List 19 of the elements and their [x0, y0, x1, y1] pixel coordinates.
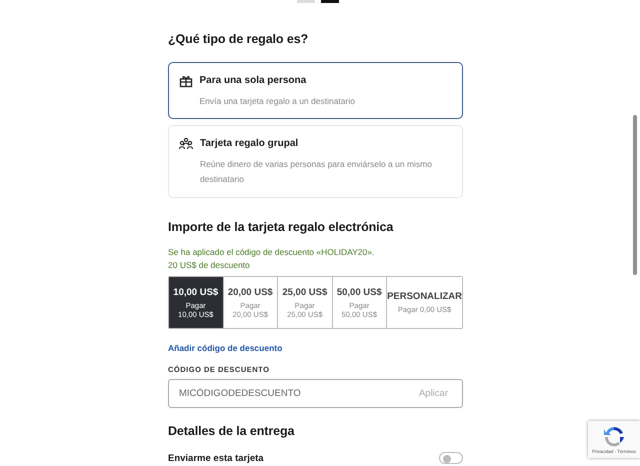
group-icon [179, 137, 193, 151]
option-title: Para una sola persona [200, 74, 308, 86]
add-discount-link[interactable]: Añadir código de descuento [168, 343, 282, 353]
section-heading: ¿Qué tipo de regalo es? [168, 32, 310, 46]
scrollbar-thumb[interactable] [633, 115, 637, 275]
discount-notice: 20 US$ de descuento [168, 259, 251, 272]
discount-notice: Se ha aplicado el código de descuento «HOLIDAY20». [168, 246, 376, 259]
gift-type-option[interactable]: Tarjeta regalo grupal Reúne dinero de varias personas para enviárselo a un mismo destinatario [168, 125, 463, 198]
recaptcha-icon [602, 425, 626, 449]
section-heading: Detalles de la entrega [168, 424, 296, 438]
gift-type-option[interactable]: Para una sola persona Envía una tarjeta regalo a un destinatario [168, 62, 463, 119]
option-description: Envía una tarjeta regalo a un destinatario [200, 94, 355, 108]
option-title: Tarjeta regalo grupal [200, 138, 300, 149]
gift-icon [178, 74, 192, 88]
slide-indicator[interactable] [320, 0, 338, 3]
option-description: Reúne dinero de varias personas para enviárselo a un mismo destinatario [200, 158, 433, 186]
toggle-label: Enviarme esta tarjeta [168, 452, 264, 464]
section-heading: Importe de la tarjeta regalo electrónica [168, 220, 394, 234]
toggle-switch[interactable] [439, 452, 463, 464]
